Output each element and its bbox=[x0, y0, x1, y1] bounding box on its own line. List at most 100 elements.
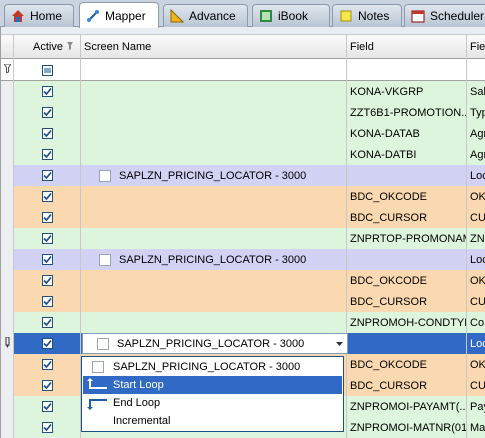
column-header-active[interactable]: Active bbox=[14, 35, 81, 59]
tab-ibook[interactable]: iBook bbox=[252, 4, 330, 27]
active-checkbox[interactable] bbox=[41, 191, 53, 202]
screen-name-cell[interactable] bbox=[81, 270, 347, 291]
active-cell[interactable] bbox=[14, 270, 81, 291]
table-row[interactable]: KONA-DATBI Agr bbox=[1, 144, 485, 165]
table-row[interactable]: KONA-DATAB Agr bbox=[1, 123, 485, 144]
dropdown-option-screen[interactable]: SAPLZN_PRICING_LOCATOR - 3000 bbox=[83, 358, 342, 376]
active-checkbox[interactable] bbox=[41, 149, 53, 160]
screen-name-cell[interactable] bbox=[81, 207, 347, 228]
table-row[interactable]: BDC_CURSOR CU bbox=[1, 291, 485, 312]
fie-cell[interactable]: Loc bbox=[467, 165, 485, 186]
field-cell[interactable]: BDC_CURSOR bbox=[347, 207, 467, 228]
fie-cell[interactable]: Co bbox=[467, 312, 485, 333]
table-row[interactable]: Loc SAPLZN_PRICING_LOCATOR - 3000 bbox=[1, 333, 485, 354]
table-row[interactable]: BDC_OKCODE OK bbox=[1, 270, 485, 291]
fie-cell[interactable]: CU bbox=[467, 207, 485, 228]
screen-name-cell[interactable] bbox=[81, 291, 347, 312]
screen-name-cell[interactable] bbox=[81, 144, 347, 165]
table-row[interactable]: KONA-VKGRP Sal bbox=[1, 81, 485, 102]
field-cell[interactable]: ZNPROMOI-PAYAMT(... bbox=[347, 396, 467, 417]
screen-name-cell[interactable] bbox=[81, 186, 347, 207]
field-cell[interactable]: ZNPRTOP-PROMONAME bbox=[347, 228, 467, 249]
screen-name-dropdown[interactable]: SAPLZN_PRICING_LOCATOR - 3000 Start Loop… bbox=[81, 356, 344, 432]
tab-home[interactable]: Home bbox=[4, 4, 74, 27]
fie-cell[interactable]: OK bbox=[467, 354, 485, 375]
field-cell[interactable]: ZNPROMOI-MATNR(01) bbox=[347, 417, 467, 438]
active-checkbox[interactable] bbox=[41, 296, 53, 307]
screen-name-combobox[interactable]: SAPLZN_PRICING_LOCATOR - 3000 bbox=[82, 333, 348, 354]
active-checkbox[interactable] bbox=[41, 107, 53, 118]
screen-name-cell[interactable] bbox=[81, 102, 347, 123]
active-cell[interactable] bbox=[14, 186, 81, 207]
fie-cell[interactable]: OK bbox=[467, 270, 485, 291]
active-checkbox[interactable] bbox=[41, 128, 53, 139]
active-checkbox[interactable] bbox=[41, 422, 53, 433]
active-checkbox[interactable] bbox=[41, 254, 53, 265]
active-filter-cell[interactable] bbox=[14, 59, 81, 81]
fie-cell[interactable]: Sal bbox=[467, 81, 485, 102]
field-cell[interactable]: BDC_OKCODE bbox=[347, 270, 467, 291]
filter-checkbox[interactable] bbox=[41, 64, 53, 76]
active-cell[interactable] bbox=[14, 375, 81, 396]
tab-notes[interactable]: Notes bbox=[332, 4, 402, 27]
field-cell[interactable]: KONA-DATAB bbox=[347, 123, 467, 144]
table-row[interactable]: ZNPROMOH-CONDTYPE Co bbox=[1, 312, 485, 333]
active-cell[interactable] bbox=[14, 81, 81, 102]
active-cell[interactable] bbox=[14, 207, 81, 228]
fie-cell[interactable]: ZNI bbox=[467, 228, 485, 249]
active-cell[interactable] bbox=[14, 102, 81, 123]
field-filter-cell[interactable] bbox=[347, 59, 467, 81]
screen-name-cell[interactable] bbox=[81, 312, 347, 333]
column-header-screen-name[interactable]: Screen Name bbox=[81, 35, 347, 59]
field-cell[interactable]: BDC_OKCODE bbox=[347, 186, 467, 207]
field-cell[interactable]: ZNPROMOH-CONDTYPE bbox=[347, 312, 467, 333]
fie-cell[interactable]: Agr bbox=[467, 123, 485, 144]
fie-cell[interactable]: Typ bbox=[467, 102, 485, 123]
active-cell[interactable] bbox=[14, 165, 81, 186]
active-checkbox[interactable] bbox=[41, 86, 53, 97]
field-cell[interactable]: BDC_CURSOR bbox=[347, 291, 467, 312]
table-row[interactable]: SAPLZN_PRICING_LOCATOR - 3000 Loc bbox=[1, 249, 485, 270]
fie-filter-cell[interactable] bbox=[467, 59, 485, 81]
fie-cell[interactable]: Ma bbox=[467, 417, 485, 438]
fie-cell[interactable]: Pay bbox=[467, 396, 485, 417]
fie-cell[interactable]: CU bbox=[467, 291, 485, 312]
chevron-down-icon[interactable] bbox=[335, 340, 343, 348]
screen-name-filter-cell[interactable] bbox=[81, 59, 347, 81]
table-row[interactable]: BDC_CURSOR CU bbox=[1, 207, 485, 228]
table-row[interactable]: BDC_OKCODE OK bbox=[1, 186, 485, 207]
tab-advance[interactable]: Advance bbox=[163, 4, 248, 27]
screen-name-cell[interactable] bbox=[81, 123, 347, 144]
active-cell[interactable] bbox=[14, 249, 81, 270]
column-header-fie[interactable]: Fie bbox=[467, 35, 485, 59]
active-checkbox[interactable] bbox=[41, 359, 53, 370]
screen-name-cell[interactable]: SAPLZN_PRICING_LOCATOR - 3000 bbox=[81, 249, 347, 270]
screen-name-cell[interactable] bbox=[81, 228, 347, 249]
field-cell[interactable] bbox=[347, 333, 467, 354]
fie-cell[interactable]: Loc bbox=[467, 333, 485, 354]
tab-scheduler[interactable]: Scheduler bbox=[404, 4, 485, 27]
table-row[interactable]: ZNPRTOP-PROMONAMEZNI bbox=[1, 228, 485, 249]
active-checkbox[interactable] bbox=[41, 170, 53, 181]
active-cell[interactable] bbox=[14, 291, 81, 312]
screen-name-cell[interactable]: SAPLZN_PRICING_LOCATOR - 3000 bbox=[81, 165, 347, 186]
field-cell[interactable]: ZZT6B1-PROMOTION... bbox=[347, 102, 467, 123]
fie-cell[interactable]: Agr bbox=[467, 144, 485, 165]
active-checkbox[interactable] bbox=[41, 233, 53, 244]
column-header-field[interactable]: Field bbox=[347, 35, 467, 59]
active-checkbox[interactable] bbox=[41, 275, 53, 286]
active-cell[interactable] bbox=[14, 144, 81, 165]
active-checkbox[interactable] bbox=[41, 212, 53, 223]
field-cell[interactable]: BDC_OKCODE bbox=[347, 354, 467, 375]
tab-mapper[interactable]: Mapper bbox=[79, 2, 159, 28]
active-checkbox[interactable] bbox=[41, 401, 53, 412]
active-cell[interactable] bbox=[14, 333, 81, 354]
active-cell[interactable] bbox=[14, 123, 81, 144]
table-row[interactable]: SAPLZN_PRICING_LOCATOR - 3000 Loc bbox=[1, 165, 485, 186]
fie-cell[interactable]: OK bbox=[467, 186, 485, 207]
field-cell[interactable]: KONA-DATBI bbox=[347, 144, 467, 165]
active-cell[interactable] bbox=[14, 312, 81, 333]
dropdown-option-start-loop[interactable]: Start Loop bbox=[83, 376, 342, 394]
screen-name-cell[interactable] bbox=[81, 81, 347, 102]
active-cell[interactable] bbox=[14, 354, 81, 375]
